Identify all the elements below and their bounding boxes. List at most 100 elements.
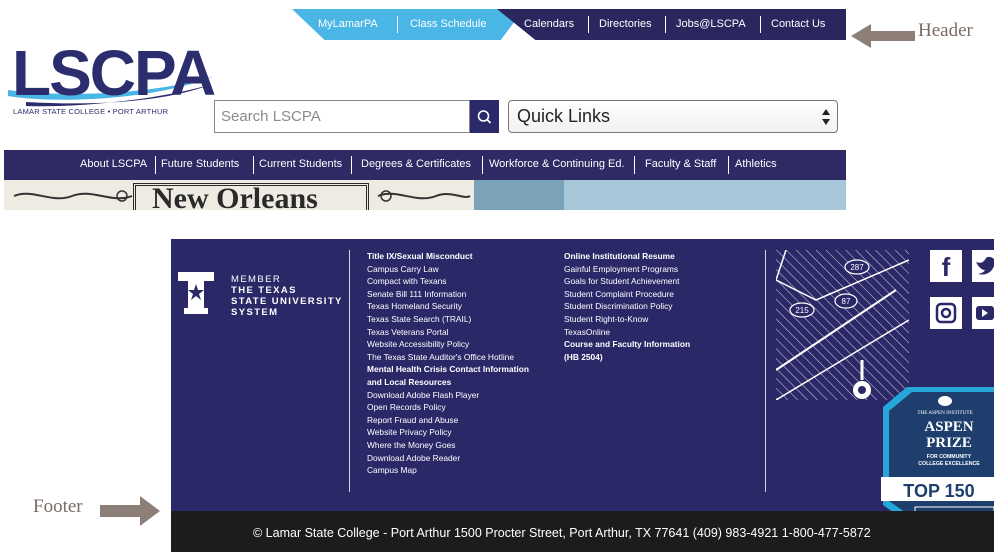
twitter-button[interactable] [972, 250, 994, 282]
footer-divider [765, 250, 766, 492]
utility-link-directories[interactable]: Directories [599, 18, 652, 30]
aspen-title-1: ASPEN [924, 419, 973, 435]
logo[interactable]: LSCPA [12, 41, 216, 105]
nav-item-workforce[interactable]: Workforce & Continuing Ed. [489, 158, 625, 170]
nav-item-current-students[interactable]: Current Students [259, 158, 342, 170]
footer-link-institutional-resume[interactable]: Online Institutional Resume [564, 250, 690, 263]
utility-link-jobs[interactable]: Jobs@LSCPA [676, 18, 746, 30]
footer-link-trail[interactable]: Texas State Search (TRAIL) [367, 313, 529, 326]
utility-link-calendars[interactable]: Calendars [524, 18, 574, 30]
search-input[interactable] [215, 101, 469, 132]
map-label-215: 215 [795, 306, 809, 315]
nav-divider [253, 156, 254, 174]
aspen-tag-1: FOR COMMUNITY [927, 454, 972, 460]
updown-arrow-icon [822, 109, 830, 125]
texas-state-star-icon[interactable] [178, 272, 214, 316]
footer-link-adobe-reader[interactable]: Download Adobe Reader [367, 452, 529, 465]
campus-map-icon[interactable]: 287 87 215 [776, 250, 909, 400]
footer-link-report-fraud[interactable]: Report Fraud and Abuse [367, 414, 529, 427]
footer-link-mental-health[interactable]: Mental Health Crisis Contact Information [367, 363, 529, 376]
member-line: SYSTEM [231, 307, 279, 318]
quick-links-label: Quick Links [517, 106, 611, 126]
tsus-member-text: MEMBER THE TEXAS STATE UNIVERSITY SYSTEM [231, 274, 343, 318]
footer-annotation-label: Footer [33, 496, 83, 517]
footer-link-sb111[interactable]: Senate Bill 111 Information [367, 288, 529, 301]
search-icon [477, 110, 492, 124]
logo-subtitle: LAMAR STATE COLLEGE • PORT ARTHUR [13, 107, 169, 116]
main-nav: About LSCPA Future Students Current Stud… [4, 150, 846, 180]
map-label-287: 287 [850, 263, 864, 272]
footer-link-hb2504[interactable]: (HB 2504) [564, 351, 690, 364]
youtube-button[interactable] [972, 297, 994, 329]
aspen-institute-text: THE ASPEN INSTITUTE [917, 410, 972, 416]
utility-divider [397, 16, 398, 33]
hero-banner[interactable]: New Orleans [4, 180, 846, 210]
member-line: MEMBER [231, 274, 282, 285]
utility-link-mylamarpa[interactable]: MyLamarPA [318, 18, 378, 30]
footer-link-complaint[interactable]: Student Complaint Procedure [564, 288, 690, 301]
banner-title: New Orleans [152, 182, 318, 211]
utility-link-contact-us[interactable]: Contact Us [771, 18, 825, 30]
quick-links-select[interactable]: Quick Links [508, 100, 838, 133]
nav-divider [155, 156, 156, 174]
twitter-icon [976, 256, 994, 275]
instagram-icon [935, 302, 957, 324]
nav-divider [634, 156, 635, 174]
footer-link-flash-player[interactable]: Download Adobe Flash Player [367, 389, 529, 402]
instagram-button[interactable] [930, 297, 962, 329]
nav-item-faculty-staff[interactable]: Faculty & Staff [645, 158, 716, 170]
search-button[interactable] [470, 100, 499, 133]
footer-link-privacy[interactable]: Website Privacy Policy [367, 426, 529, 439]
footer-link-gainful-employment[interactable]: Gainful Employment Programs [564, 263, 690, 276]
utility-divider [588, 16, 589, 33]
footer-link-course-faculty[interactable]: Course and Faculty Information [564, 338, 690, 351]
nav-item-athletics[interactable]: Athletics [735, 158, 777, 170]
map-label-87: 87 [842, 297, 851, 306]
svg-text:f: f [942, 252, 951, 282]
footer-divider [349, 250, 350, 492]
header-arrow-icon [851, 24, 915, 48]
footer-link-right-to-know[interactable]: Student Right-to-Know [564, 313, 690, 326]
nav-divider [728, 156, 729, 174]
nav-divider [351, 156, 352, 174]
footer-link-discrimination[interactable]: Student Discrimination Policy [564, 300, 690, 313]
utility-divider [760, 16, 761, 33]
facebook-button[interactable]: f [930, 250, 962, 282]
footer-link-money[interactable]: Where the Money Goes [367, 439, 529, 452]
youtube-icon [976, 306, 994, 320]
footer-link-title-ix[interactable]: Title IX/Sexual Misconduct [367, 250, 529, 263]
utility-link-class-schedule[interactable]: Class Schedule [410, 18, 486, 30]
utility-divider [665, 16, 666, 33]
footer-link-campus-carry[interactable]: Campus Carry Law [367, 263, 529, 276]
footer-link-goals[interactable]: Goals for Student Achievement [564, 275, 690, 288]
header-annotation-label: Header [918, 20, 973, 41]
footer-link-accessibility[interactable]: Website Accessibility Policy [367, 338, 529, 351]
nav-item-future-students[interactable]: Future Students [161, 158, 239, 170]
banner-poster: New Orleans [4, 180, 474, 210]
footer-link-texasonline[interactable]: TexasOnline [564, 326, 690, 339]
utility-nav: MyLamarPA Class Schedule Calendars Direc… [292, 9, 846, 40]
footer-link-compact[interactable]: Compact with Texans [367, 275, 529, 288]
aspen-tag-2: COLLEGE EXCELLENCE [918, 461, 980, 467]
footer-link-open-records[interactable]: Open Records Policy [367, 401, 529, 414]
nav-item-degrees[interactable]: Degrees & Certificates [361, 158, 471, 170]
footer-links-column-2: Online Institutional Resume Gainful Empl… [564, 250, 690, 363]
flourish-left-icon [13, 190, 133, 202]
footer-link-homeland-security[interactable]: Texas Homeland Security [367, 300, 529, 313]
footer-link-campus-map[interactable]: Campus Map [367, 464, 529, 477]
footer-copyright: © Lamar State College - Port Arthur 1500… [253, 526, 871, 540]
aspen-title-2: PRIZE [926, 435, 972, 451]
banner-image [474, 180, 564, 210]
flourish-right-icon [377, 190, 471, 202]
member-line: THE TEXAS [231, 285, 297, 296]
footer-link-mental-health-cont[interactable]: and Local Resources [367, 376, 529, 389]
facebook-icon: f [942, 252, 951, 282]
footer-links-column-1: Title IX/Sexual Misconduct Campus Carry … [367, 250, 529, 477]
footer-link-veterans[interactable]: Texas Veterans Portal [367, 326, 529, 339]
search-field[interactable] [214, 100, 470, 133]
member-line: STATE UNIVERSITY [231, 296, 343, 307]
footer-link-auditor-hotline[interactable]: The Texas State Auditor's Office Hotline [367, 351, 529, 364]
footer-arrow-icon [100, 496, 160, 526]
nav-item-about[interactable]: About LSCPA [80, 158, 147, 170]
nav-divider [482, 156, 483, 174]
